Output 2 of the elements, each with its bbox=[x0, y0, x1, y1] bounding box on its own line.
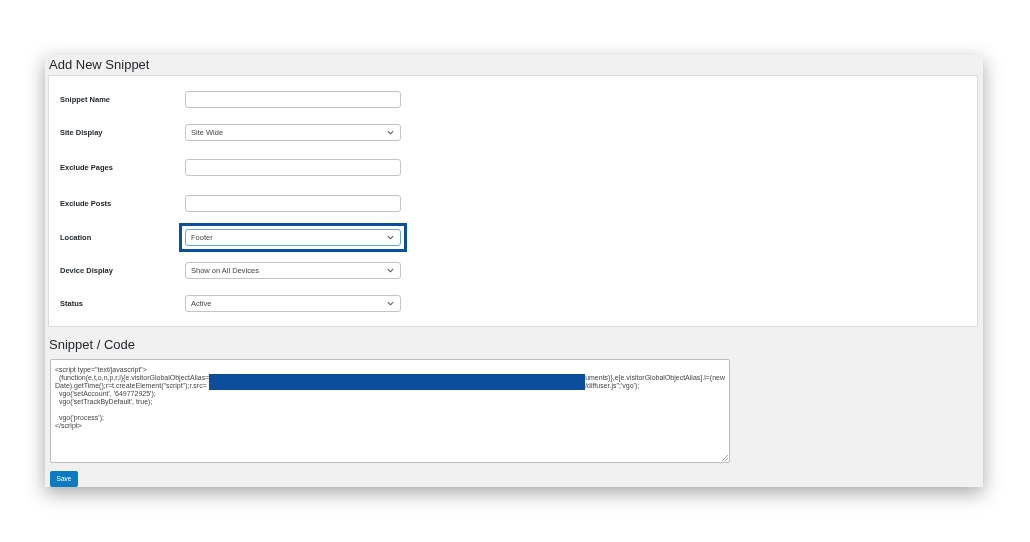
page-title: Add New Snippet bbox=[49, 57, 150, 73]
section-heading: Snippet / Code bbox=[49, 337, 135, 353]
